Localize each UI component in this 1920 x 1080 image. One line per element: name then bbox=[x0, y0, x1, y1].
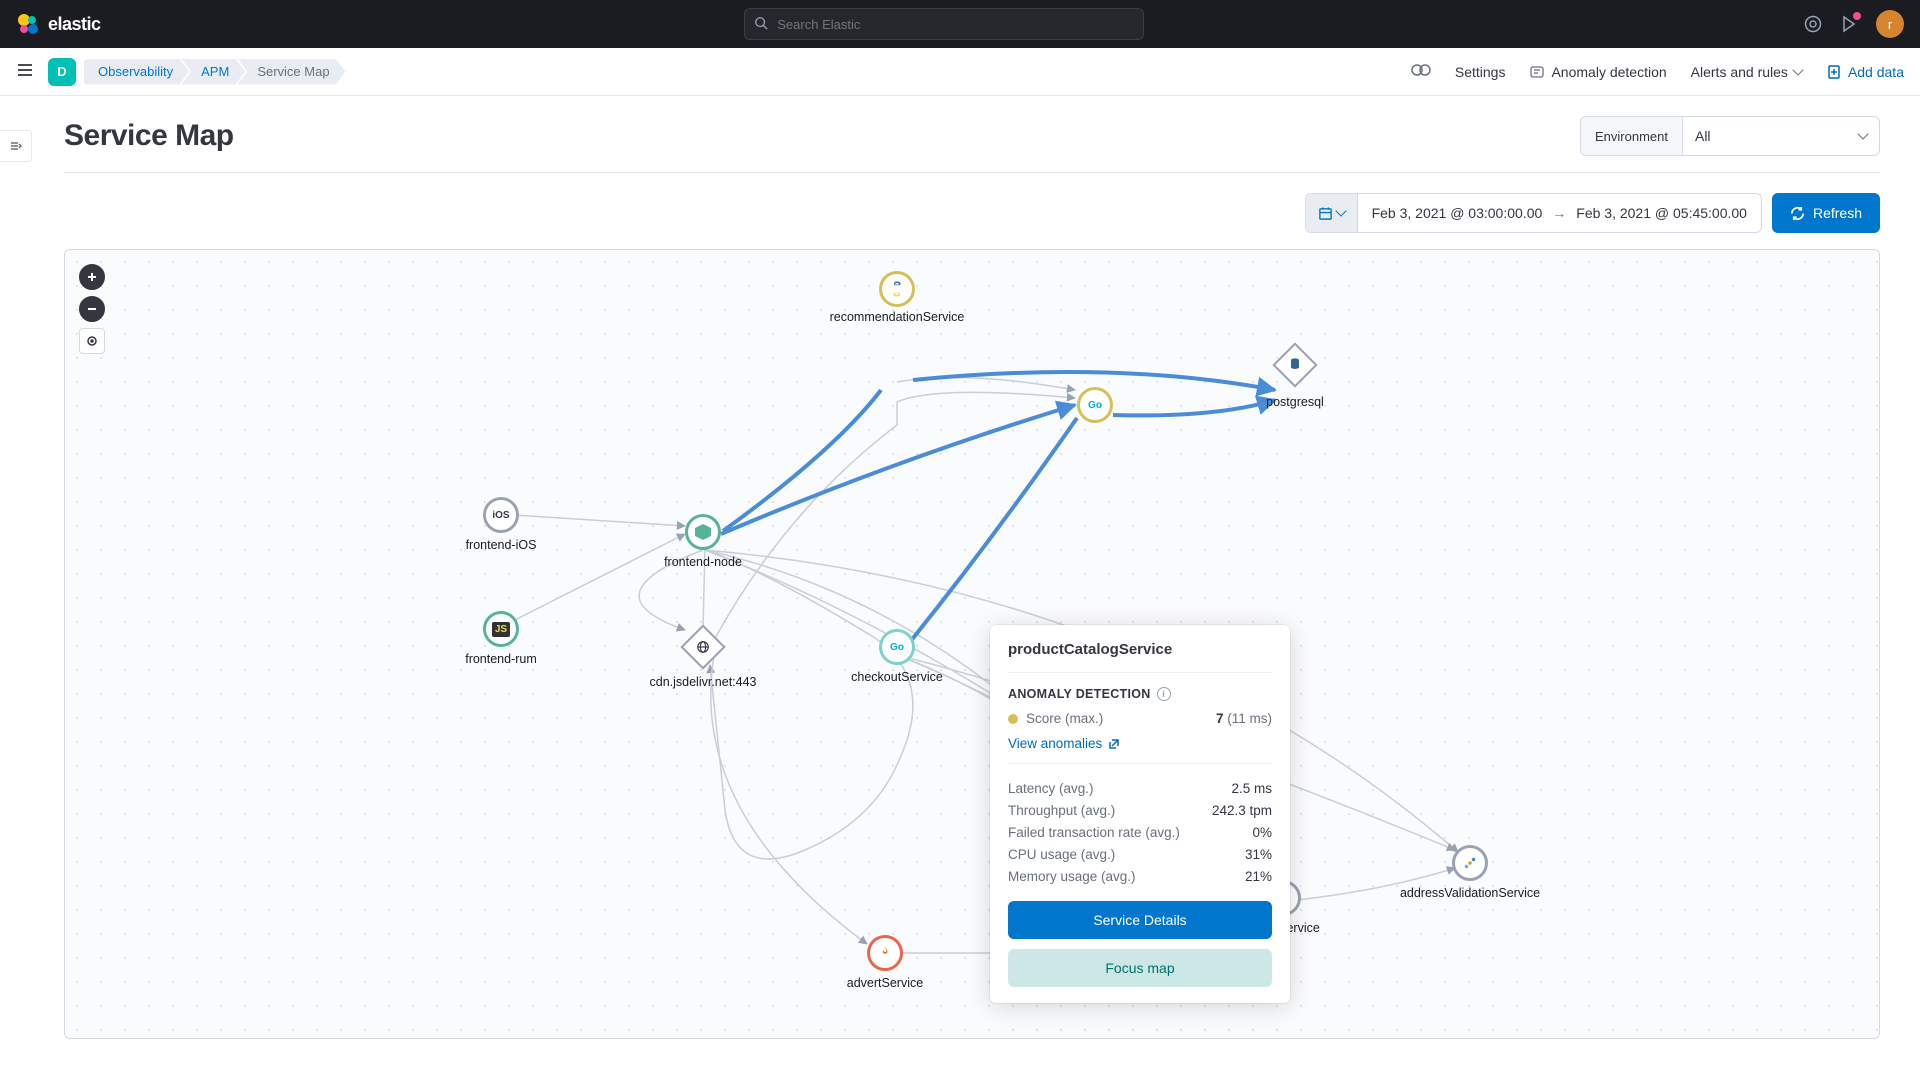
score-value: 7 bbox=[1216, 711, 1224, 726]
settings-link[interactable]: Settings bbox=[1455, 64, 1506, 80]
refresh-button[interactable]: Refresh bbox=[1772, 193, 1880, 233]
focus-map-button[interactable]: Focus map bbox=[1008, 949, 1272, 987]
logo[interactable]: elastic bbox=[16, 12, 101, 36]
node-label: advertService bbox=[847, 976, 923, 990]
chevron-down-icon bbox=[1335, 205, 1346, 216]
inspect-icon[interactable] bbox=[1411, 63, 1431, 80]
metric-row: Memory usage (avg.)21% bbox=[1008, 869, 1272, 884]
refresh-icon bbox=[1790, 206, 1805, 221]
page-content: Service Map Environment All Feb 3, 2021 … bbox=[0, 96, 1920, 1059]
breadcrumb-current: Service Map bbox=[237, 59, 345, 85]
metric-row: Latency (avg.)2.5 ms bbox=[1008, 781, 1272, 796]
node-label: cdn.jsdelivr.net:443 bbox=[649, 675, 756, 689]
chevron-down-icon bbox=[1857, 128, 1868, 139]
node-frontend-rum[interactable]: JS bbox=[483, 611, 519, 647]
environment-label: Environment bbox=[1581, 117, 1683, 155]
calendar-button[interactable] bbox=[1306, 194, 1358, 232]
node-label: frontend-iOS bbox=[466, 538, 537, 552]
environment-value: All bbox=[1683, 128, 1879, 144]
chevron-down-icon bbox=[1792, 64, 1803, 75]
metrics-list: Latency (avg.)2.5 ms Throughput (avg.)24… bbox=[1008, 763, 1272, 884]
elastic-logo-icon bbox=[16, 12, 40, 36]
global-search bbox=[744, 8, 1144, 40]
alerts-rules-dropdown[interactable]: Alerts and rules bbox=[1691, 64, 1802, 80]
metric-row: Failed transaction rate (avg.)0% bbox=[1008, 825, 1272, 840]
info-icon[interactable]: i bbox=[1157, 687, 1171, 701]
search-input[interactable] bbox=[744, 8, 1144, 40]
page-title: Service Map bbox=[64, 119, 234, 153]
service-map-canvas[interactable]: recommendationService postgresql Go iOS … bbox=[64, 249, 1880, 1039]
help-icon[interactable] bbox=[1804, 15, 1822, 33]
brain-icon bbox=[1529, 64, 1545, 80]
breadcrumb: Observability APM Service Map bbox=[84, 59, 346, 85]
breadcrumb-apm[interactable]: APM bbox=[181, 59, 245, 85]
time-filter-row: Feb 3, 2021 @ 03:00:00.00 → Feb 3, 2021 … bbox=[64, 193, 1880, 233]
newsfeed-icon[interactable] bbox=[1840, 15, 1858, 33]
date-range-picker[interactable]: Feb 3, 2021 @ 03:00:00.00 → Feb 3, 2021 … bbox=[1305, 193, 1762, 233]
search-icon bbox=[754, 16, 768, 33]
sidebar-expand-button[interactable] bbox=[0, 130, 32, 162]
metric-row: Throughput (avg.)242.3 tpm bbox=[1008, 803, 1272, 818]
node-label: recommendationService bbox=[830, 310, 965, 324]
anomaly-section-header: ANOMALY DETECTION i bbox=[1008, 687, 1272, 701]
node-label: addressValidationService bbox=[1400, 886, 1540, 900]
notification-dot bbox=[1853, 12, 1861, 20]
nav-toggle-icon[interactable] bbox=[16, 61, 34, 82]
anomaly-score-row: Score (max.) 7 (11 ms) bbox=[1008, 711, 1272, 726]
graph-edges bbox=[65, 250, 1879, 1038]
add-data-link[interactable]: Add data bbox=[1826, 64, 1904, 80]
header-actions: r bbox=[1804, 10, 1904, 38]
node-product-catalog[interactable]: Go bbox=[1077, 387, 1113, 423]
environment-selector[interactable]: Environment All bbox=[1580, 116, 1880, 156]
plus-doc-icon bbox=[1826, 64, 1842, 80]
app-toolbar: D Observability APM Service Map Settings… bbox=[0, 48, 1920, 96]
node-checkout[interactable]: Go bbox=[879, 629, 915, 665]
score-label: Score (max.) bbox=[1026, 711, 1103, 726]
node-label: frontend-rum bbox=[465, 652, 537, 666]
anomaly-detection-link[interactable]: Anomaly detection bbox=[1529, 64, 1666, 80]
breadcrumb-observability[interactable]: Observability bbox=[84, 59, 189, 85]
node-address-validation[interactable] bbox=[1452, 845, 1488, 881]
node-recommendation[interactable] bbox=[879, 271, 915, 307]
node-label: checkoutService bbox=[851, 670, 943, 684]
node-label: frontend-node bbox=[664, 555, 742, 569]
score-severity-dot bbox=[1008, 714, 1018, 724]
page-header: Service Map Environment All bbox=[64, 116, 1880, 173]
score-ms: (11 ms) bbox=[1227, 711, 1272, 726]
time-to: Feb 3, 2021 @ 05:45:00.00 bbox=[1576, 205, 1747, 221]
view-anomalies-link[interactable]: View anomalies bbox=[1008, 736, 1120, 751]
service-details-button[interactable]: Service Details bbox=[1008, 901, 1272, 939]
global-header: elastic r bbox=[0, 0, 1920, 48]
user-avatar[interactable]: r bbox=[1876, 10, 1904, 38]
space-selector[interactable]: D bbox=[48, 58, 76, 86]
toolbar-actions: Settings Anomaly detection Alerts and ru… bbox=[1411, 63, 1904, 80]
node-postgresql[interactable] bbox=[1279, 349, 1311, 381]
popover-title: productCatalogService bbox=[1008, 641, 1272, 673]
arrow-right-icon: → bbox=[1552, 205, 1566, 221]
time-range-text: Feb 3, 2021 @ 03:00:00.00 → Feb 3, 2021 … bbox=[1358, 205, 1761, 221]
external-link-icon bbox=[1108, 738, 1120, 750]
brand-text: elastic bbox=[48, 14, 101, 35]
calendar-icon bbox=[1318, 206, 1333, 221]
time-from: Feb 3, 2021 @ 03:00:00.00 bbox=[1372, 205, 1543, 221]
service-popover: productCatalogService ANOMALY DETECTION … bbox=[990, 625, 1290, 1003]
node-cdn[interactable] bbox=[687, 631, 719, 663]
node-frontend-ios[interactable]: iOS bbox=[483, 497, 519, 533]
node-advert[interactable] bbox=[867, 935, 903, 971]
metric-row: CPU usage (avg.)31% bbox=[1008, 847, 1272, 862]
node-frontend-node[interactable] bbox=[685, 514, 721, 550]
node-label: postgresql bbox=[1266, 395, 1324, 409]
